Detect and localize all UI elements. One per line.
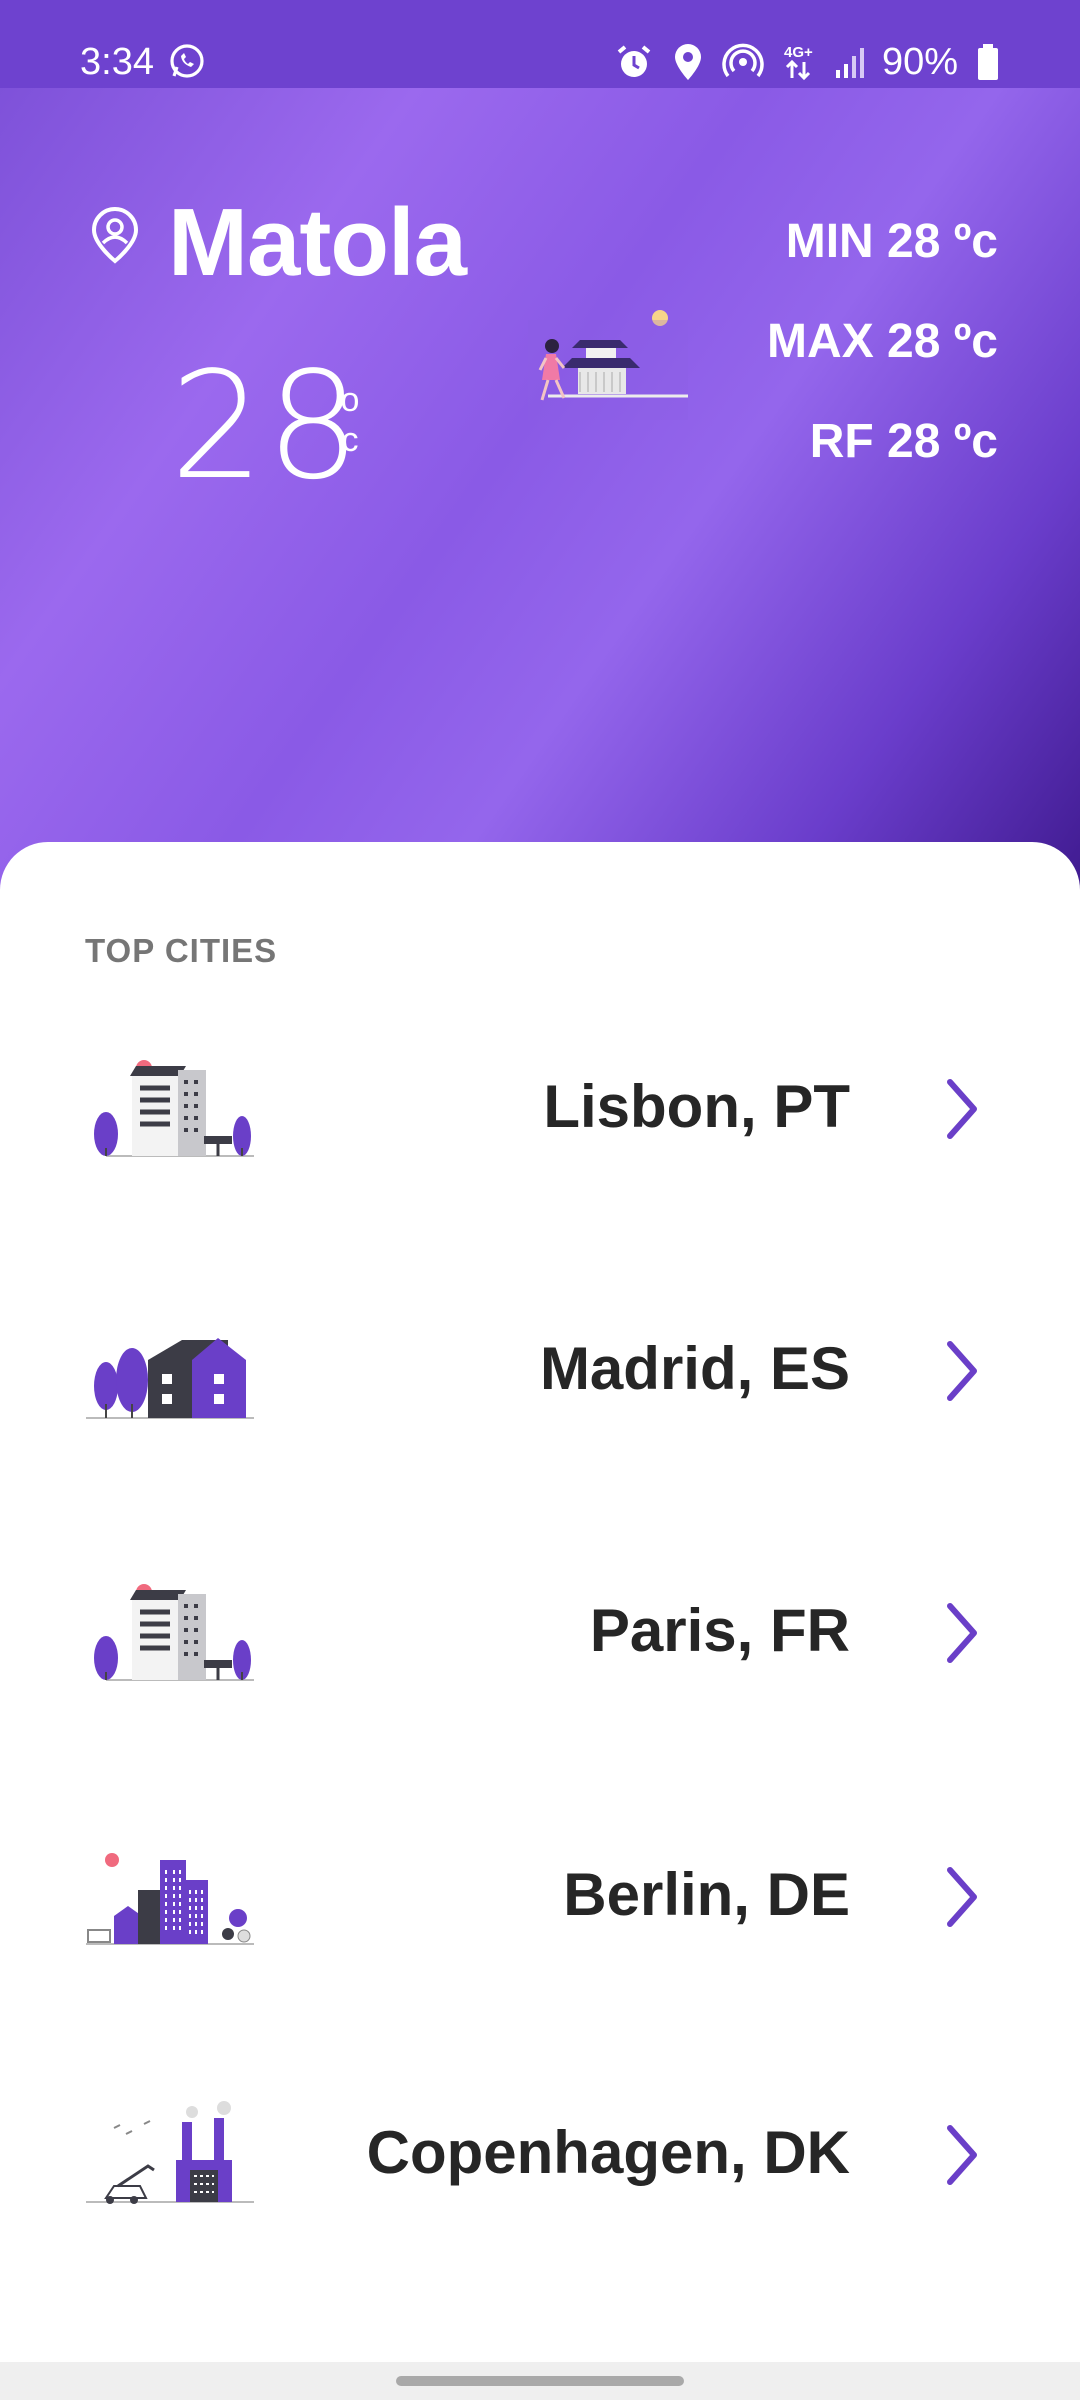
hotspot-icon [722,43,764,78]
realfeel-temperature: RF 28 ºc [809,415,998,468]
city-building-illustration [94,1584,254,1681]
city-item-copenhagen[interactable]: Copenhagen, DK [0,2078,1080,2248]
battery-icon [978,44,998,80]
weather-illustration [528,310,688,420]
current-temperature: 28 [170,340,363,512]
status-icons: 4G+ 90% [614,40,1000,84]
temperature-unit: o c [340,380,360,460]
city-item-paris[interactable]: Paris, FR [0,1556,1080,1726]
section-title: TOP CITIES [85,932,278,969]
home-indicator[interactable] [396,2376,684,2386]
alarm-icon [617,45,651,77]
battery-percentage: 90% [881,41,958,83]
city-building-illustration [94,1060,254,1157]
city-name: Madrid, ES [539,1335,850,1402]
chevron-right-icon[interactable] [938,1336,988,1406]
status-bar: 3:34 4G+ 90% [0,0,1080,88]
chevron-right-icon[interactable] [938,2120,988,2190]
city-name: Copenhagen, DK [366,2119,850,2186]
current-city-name: Matola [168,189,467,296]
whatsapp-icon [170,44,204,78]
chevron-right-icon[interactable] [938,1074,988,1144]
city-name: Paris, FR [589,1597,850,1664]
city-item-lisbon[interactable]: Lisbon, PT [0,1032,1080,1202]
city-item-madrid[interactable]: Madrid, ES [0,1294,1080,1464]
city-name: Lisbon, PT [543,1073,850,1140]
temperature-stats: MIN 28 ºc MAX 28 ºc RF 28 ºc [767,212,998,512]
location-icon [674,44,701,80]
city-factory-illustration [86,2101,254,2204]
city-name: Berlin, DE [563,1861,850,1928]
city-house-illustration [86,1338,254,1419]
status-time: 3:34 [80,41,154,83]
svg-text:4G+: 4G+ [784,44,813,61]
navigation-bar [0,2362,1080,2400]
temperature-unit-top: o [340,381,360,419]
signal-icon [835,48,864,78]
city-skyline-illustration [86,1853,254,1945]
temperature-unit-bottom: c [341,421,359,459]
city-item-berlin[interactable]: Berlin, DE [0,1820,1080,1990]
weather-hero: 3:34 4G+ 90% Matola 28 o c MIN 28 ºc MAX… [0,0,1080,900]
chevron-right-icon[interactable] [938,1598,988,1668]
min-temperature: MIN 28 ºc [785,215,998,268]
top-cities-sheet: TOP CITIES Lisbon, PT Madrid, ES Paris, … [0,842,1080,2362]
location-pin-icon [91,206,139,264]
max-temperature: MAX 28 ºc [767,315,998,368]
chevron-right-icon[interactable] [938,1862,988,1932]
4g-icon: 4G+ [784,44,813,81]
